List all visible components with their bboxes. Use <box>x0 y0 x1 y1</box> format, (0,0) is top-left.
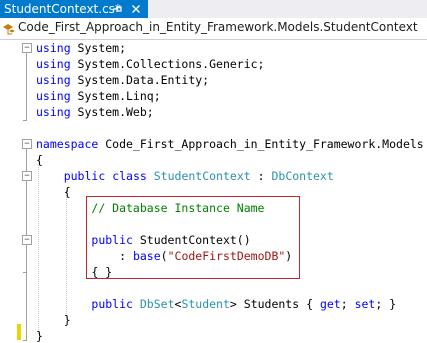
navbar-class-path: Code_First_Approach_in_Entity_Framework.… <box>18 20 418 34</box>
code-line: − using System; <box>0 40 427 56</box>
code-line: public DbSet<Student> Students { get; se… <box>0 296 427 312</box>
keyword: using <box>36 57 71 71</box>
class-icon <box>3 24 15 35</box>
tab-title: StudentContext.cs* <box>4 2 121 16</box>
code-line: − namespace Code_First_Approach_in_Entit… <box>0 136 427 152</box>
keyword: class <box>112 169 147 183</box>
code-text: Code_First_Approach_in_Entity_Framework.… <box>98 137 424 151</box>
keyword: using <box>36 73 71 87</box>
pin-icon[interactable] <box>111 3 123 15</box>
keyword: public <box>63 169 106 183</box>
collapse-icon[interactable]: − <box>22 43 32 53</box>
code-text: System.Linq; <box>70 89 161 103</box>
code-text: System.Collections.Generic; <box>70 57 265 71</box>
tab-student-context[interactable]: StudentContext.cs* <box>0 0 148 18</box>
code-text: : <box>250 169 272 183</box>
code-text: } <box>36 329 43 343</box>
highlight-box <box>86 196 300 279</box>
type-name: DbContext <box>271 169 334 183</box>
type-name: StudentContext <box>153 169 251 183</box>
type-name: DbSet <box>139 297 175 311</box>
keyword: namespace <box>36 137 99 151</box>
code-editor[interactable]: − using System; using System.Collections… <box>0 40 427 343</box>
collapse-icon[interactable]: − <box>22 235 32 245</box>
code-text: } <box>63 313 71 327</box>
collapse-icon[interactable]: − <box>22 139 32 149</box>
code-text: { <box>36 153 43 167</box>
code-text: System.Data.Entity; <box>70 73 210 87</box>
code-line: } <box>0 328 427 343</box>
type-name: Student <box>181 297 230 311</box>
keyword: using <box>36 41 71 55</box>
keyword: using <box>36 105 71 119</box>
keyword: using <box>36 89 71 103</box>
code-line: using System.Data.Entity; <box>0 72 427 88</box>
code-text: ; } <box>375 297 397 311</box>
code-line: using System.Linq; <box>0 88 427 104</box>
document-tab-strip: StudentContext.cs* <box>0 0 427 18</box>
code-line: using System.Web; <box>0 104 427 120</box>
collapse-icon[interactable]: − <box>22 171 32 181</box>
keyword: public <box>91 297 133 311</box>
code-text: System.Web; <box>70 105 154 119</box>
code-line: } <box>0 312 427 328</box>
navigation-bar[interactable]: Code_First_Approach_in_Entity_Framework.… <box>0 18 427 40</box>
keyword: get <box>319 297 341 311</box>
code-text: ; <box>340 297 355 311</box>
code-text: System; <box>70 41 127 55</box>
keyword: set <box>354 297 376 311</box>
code-line: { <box>0 152 427 168</box>
code-text: { <box>63 185 71 199</box>
code-text: Students { <box>236 297 320 311</box>
code-line: using System.Collections.Generic; <box>0 56 427 72</box>
code-line: − public class StudentContext : DbContex… <box>0 168 427 184</box>
code-text: > <box>229 297 237 311</box>
close-icon[interactable] <box>130 3 142 15</box>
